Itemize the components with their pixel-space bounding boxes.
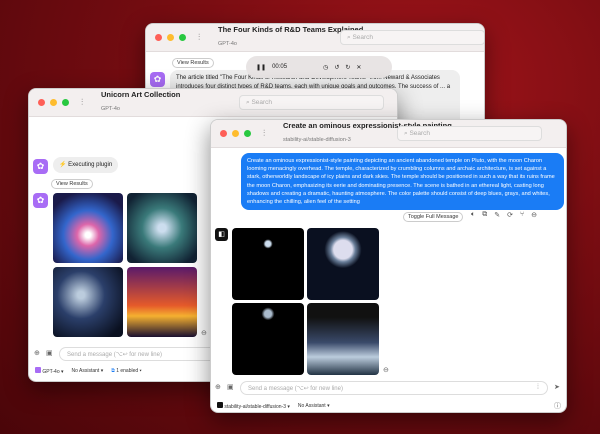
temple-image-1[interactable] — [232, 228, 304, 300]
pause-icon[interactable]: ❚❚ — [256, 64, 266, 71]
bot-avatar: ✿ — [33, 193, 48, 208]
model-select[interactable]: GPT-4o ▾ — [35, 367, 64, 375]
user-prompt: Create an ominous expressionist-style pa… — [241, 153, 564, 211]
window-title: Unicorn Art Collection — [101, 89, 181, 99]
speed-icon[interactable]: ◷ — [323, 64, 328, 71]
help-icon[interactable]: ⓘ — [554, 401, 561, 411]
regenerate-icon[interactable]: ⟳ — [507, 211, 513, 219]
temple-image-2[interactable] — [307, 228, 379, 300]
more-icon[interactable]: ⊖ — [383, 366, 389, 374]
delete-icon[interactable]: ⊖ — [531, 211, 537, 219]
bot-avatar: ✿ — [33, 159, 48, 174]
title-bar[interactable]: ⫶ Unicorn Art Collection GPT-4o ⌕ Search — [29, 89, 397, 117]
rewind-icon[interactable]: ↺ — [334, 64, 339, 71]
message-input[interactable]: Send a message (⌥↩ for new line) — [240, 381, 548, 395]
speaker-icon[interactable]: 🔈︎ — [471, 211, 475, 219]
model-select[interactable]: stability-ai/stable-diffusion-3 ▾ — [217, 402, 290, 410]
more-icon[interactable]: ⊖ — [201, 329, 207, 337]
view-results-button[interactable]: View Results — [172, 58, 214, 68]
model-name: stability-ai/stable-diffusion-3 — [283, 137, 351, 144]
add-icon[interactable]: ⊕ — [34, 349, 40, 357]
temple-image-3[interactable] — [232, 303, 304, 375]
plugin-status: ⚡ Executing plugin — [53, 157, 119, 173]
unicorn-image-3[interactable] — [53, 267, 123, 337]
assistant-select[interactable]: No Assistant ▾ — [298, 403, 330, 409]
model-name: GPT-4o — [218, 41, 237, 48]
settings-icon[interactable]: ⫶ — [263, 128, 275, 139]
add-icon[interactable]: ⊕ — [215, 383, 221, 391]
forward-icon[interactable]: ↻ — [345, 64, 350, 71]
window-pluto-temple[interactable]: ⫶ Create an ominous expressionist-style … — [210, 119, 567, 413]
view-results-button[interactable]: View Results — [51, 179, 93, 189]
window-controls[interactable] — [38, 99, 69, 106]
unicorn-image-2[interactable] — [127, 193, 197, 263]
model-avatar: ◧ — [215, 228, 228, 241]
image-icon[interactable]: ▣ — [227, 383, 234, 391]
player-time: 00:05 — [272, 64, 288, 70]
unicorn-image-4[interactable] — [127, 267, 197, 337]
search-input[interactable]: ⌕ Search — [397, 126, 542, 141]
branch-icon[interactable]: ⑂ — [520, 211, 524, 219]
unicorn-image-1[interactable] — [53, 193, 123, 263]
model-name: GPT-4o — [101, 106, 120, 113]
bolt-icon: ⚡ — [59, 162, 67, 168]
bot-avatar: ✿ — [150, 72, 165, 87]
audio-player[interactable]: ❚❚ 00:05 ◷ ↺ ↻ ✕ — [246, 56, 392, 78]
toggle-full-message-button[interactable]: Toggle Full Message — [403, 212, 464, 222]
search-input[interactable]: ⌕ Search — [340, 30, 484, 45]
voice-icon[interactable]: ⁞ — [537, 384, 539, 391]
window-controls[interactable] — [155, 34, 186, 41]
copy-icon[interactable]: ⧉ — [482, 211, 487, 219]
title-bar[interactable]: ⫶ Create an ominous expressionist-style … — [211, 120, 566, 148]
title-bar[interactable]: ⫶ The Four Kinds of R&D Teams Explained G… — [146, 24, 484, 52]
temple-image-4[interactable] — [307, 303, 379, 375]
image-icon[interactable]: ▣ — [46, 349, 53, 357]
window-controls[interactable] — [220, 130, 251, 137]
settings-icon[interactable]: ⫶ — [198, 32, 210, 43]
search-input[interactable]: ⌕ Search — [239, 95, 384, 110]
edit-icon[interactable]: ✎ — [494, 211, 500, 219]
send-icon[interactable]: ➤ — [554, 383, 560, 391]
close-icon[interactable]: ✕ — [356, 64, 361, 71]
assistant-select[interactable]: No Assistant ▾ — [72, 368, 104, 374]
settings-icon[interactable]: ⫶ — [81, 97, 93, 108]
plugins-select[interactable]: ⧉ 1 enabled ▾ — [111, 368, 141, 374]
